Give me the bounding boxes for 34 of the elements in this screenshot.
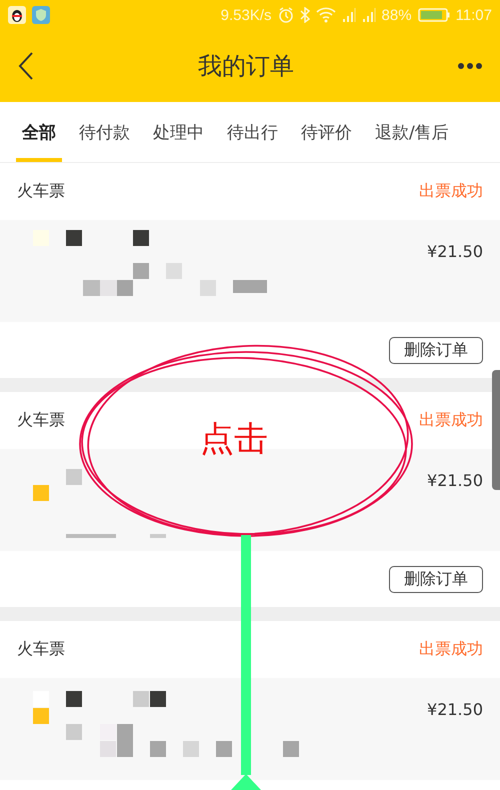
scrollbar[interactable]: [492, 370, 500, 490]
order-status: 出票成功: [419, 410, 483, 431]
order-category: 火车票: [17, 410, 65, 431]
signal-icon: [342, 7, 356, 23]
order-detail-panel[interactable]: ¥21.50: [0, 220, 500, 322]
battery-icon: [418, 8, 450, 22]
tab[interactable]: 全部: [14, 102, 64, 162]
delete-order-button[interactable]: 删除订单: [389, 566, 483, 592]
wifi-icon: [316, 7, 336, 23]
alarm-icon: [278, 7, 294, 23]
signal-icon: [362, 7, 376, 23]
more-icon[interactable]: [458, 63, 482, 69]
delete-order-button[interactable]: 删除订单: [389, 336, 483, 364]
order-detail-panel[interactable]: ¥21.50: [0, 678, 500, 780]
tab[interactable]: 处理中: [145, 102, 212, 162]
order-price: ¥21.50: [427, 470, 484, 490]
tab[interactable]: 待评价: [293, 102, 360, 162]
clock: 11:07: [456, 6, 492, 24]
back-icon[interactable]: [18, 52, 34, 80]
network-speed: 9.53K/s: [220, 6, 272, 24]
order-price: ¥21.50: [427, 699, 484, 719]
battery-percent: 88%: [382, 6, 412, 24]
order-category: 火车票: [17, 639, 65, 660]
order-price: ¥21.50: [427, 241, 484, 261]
page-title: 我的订单: [197, 51, 295, 82]
tab[interactable]: 退款/售后: [367, 102, 457, 162]
penguin-icon: [8, 6, 26, 24]
order-status: 出票成功: [419, 181, 483, 202]
order-category: 火车票: [17, 181, 65, 202]
tab[interactable]: 待付款: [71, 102, 138, 162]
order-status: 出票成功: [419, 639, 483, 660]
shield-icon: [32, 6, 50, 24]
tab[interactable]: 待出行: [219, 102, 286, 162]
bluetooth-icon: [300, 7, 310, 23]
